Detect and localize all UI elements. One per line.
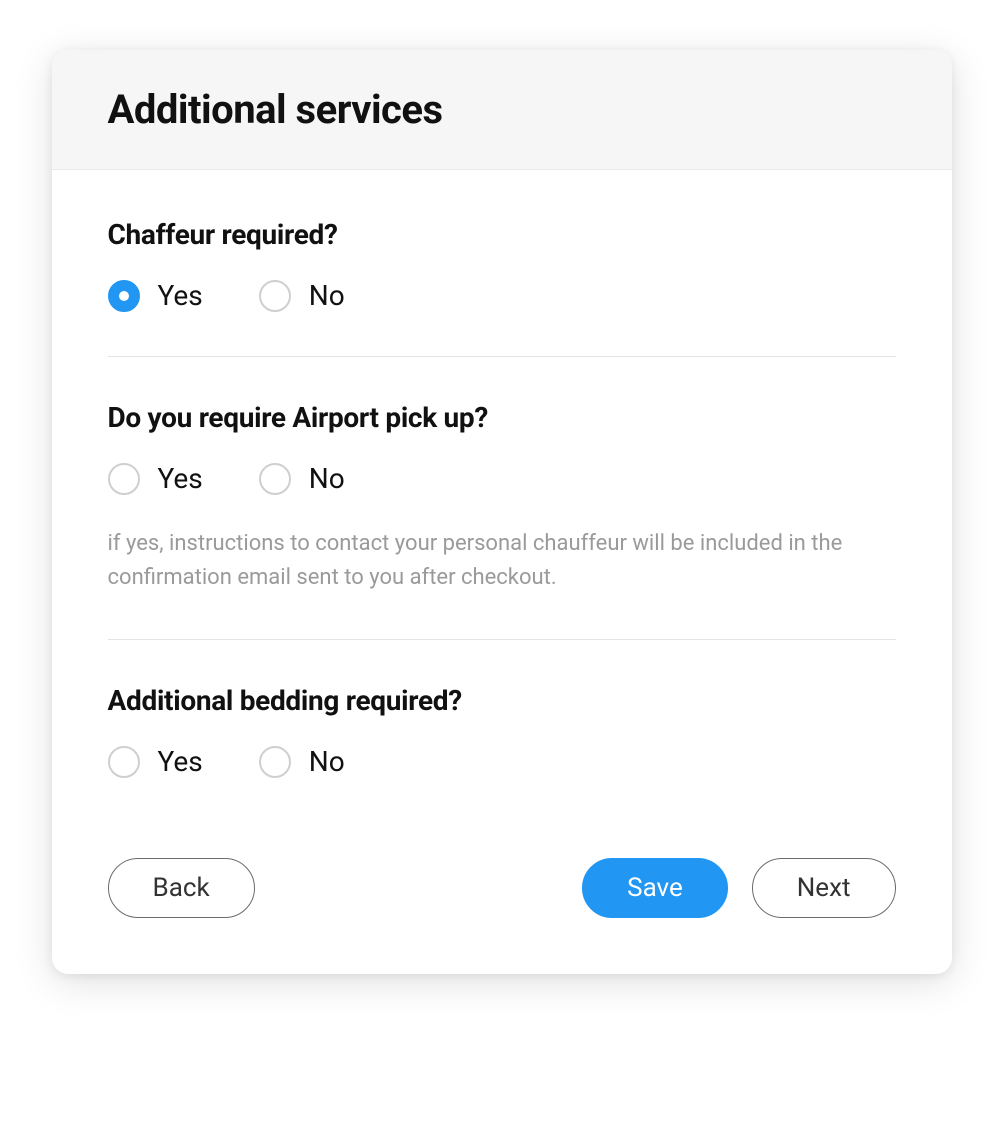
radio-group-bedding: Yes No [108, 745, 896, 778]
save-button[interactable]: Save [582, 858, 728, 918]
radio-airport-no[interactable]: No [259, 462, 345, 495]
question-airport-pickup: Do you require Airport pick up? Yes No i… [108, 401, 896, 631]
back-button[interactable]: Back [108, 858, 255, 918]
question-bedding: Additional bedding required? Yes No [108, 684, 896, 814]
button-row: Back Save Next [108, 858, 896, 918]
page-title: Additional services [108, 86, 896, 133]
next-button[interactable]: Next [752, 858, 896, 918]
card-header: Additional services [52, 50, 952, 170]
question-label: Chaffeur required? [108, 218, 896, 251]
question-label: Additional bedding required? [108, 684, 896, 717]
radio-group-chauffeur: Yes No [108, 279, 896, 312]
radio-chauffeur-yes[interactable]: Yes [108, 279, 203, 312]
radio-group-airport: Yes No [108, 462, 896, 495]
radio-icon [108, 746, 140, 778]
radio-icon [259, 463, 291, 495]
radio-icon [259, 746, 291, 778]
radio-label: No [309, 462, 345, 495]
radio-icon [108, 280, 140, 312]
radio-label: Yes [158, 462, 203, 495]
radio-label: Yes [158, 279, 203, 312]
help-text: if yes, instructions to contact your per… [108, 527, 896, 595]
divider [108, 356, 896, 357]
question-label: Do you require Airport pick up? [108, 401, 896, 434]
radio-icon [259, 280, 291, 312]
radio-chauffeur-no[interactable]: No [259, 279, 345, 312]
radio-icon [108, 463, 140, 495]
card-body: Chaffeur required? Yes No Do you require… [52, 170, 952, 974]
button-right-group: Save Next [582, 858, 895, 918]
divider [108, 639, 896, 640]
radio-label: Yes [158, 745, 203, 778]
radio-bedding-no[interactable]: No [259, 745, 345, 778]
radio-airport-yes[interactable]: Yes [108, 462, 203, 495]
form-card: Additional services Chaffeur required? Y… [52, 50, 952, 974]
radio-label: No [309, 745, 345, 778]
question-chauffeur: Chaffeur required? Yes No [108, 218, 896, 348]
radio-label: No [309, 279, 345, 312]
radio-bedding-yes[interactable]: Yes [108, 745, 203, 778]
